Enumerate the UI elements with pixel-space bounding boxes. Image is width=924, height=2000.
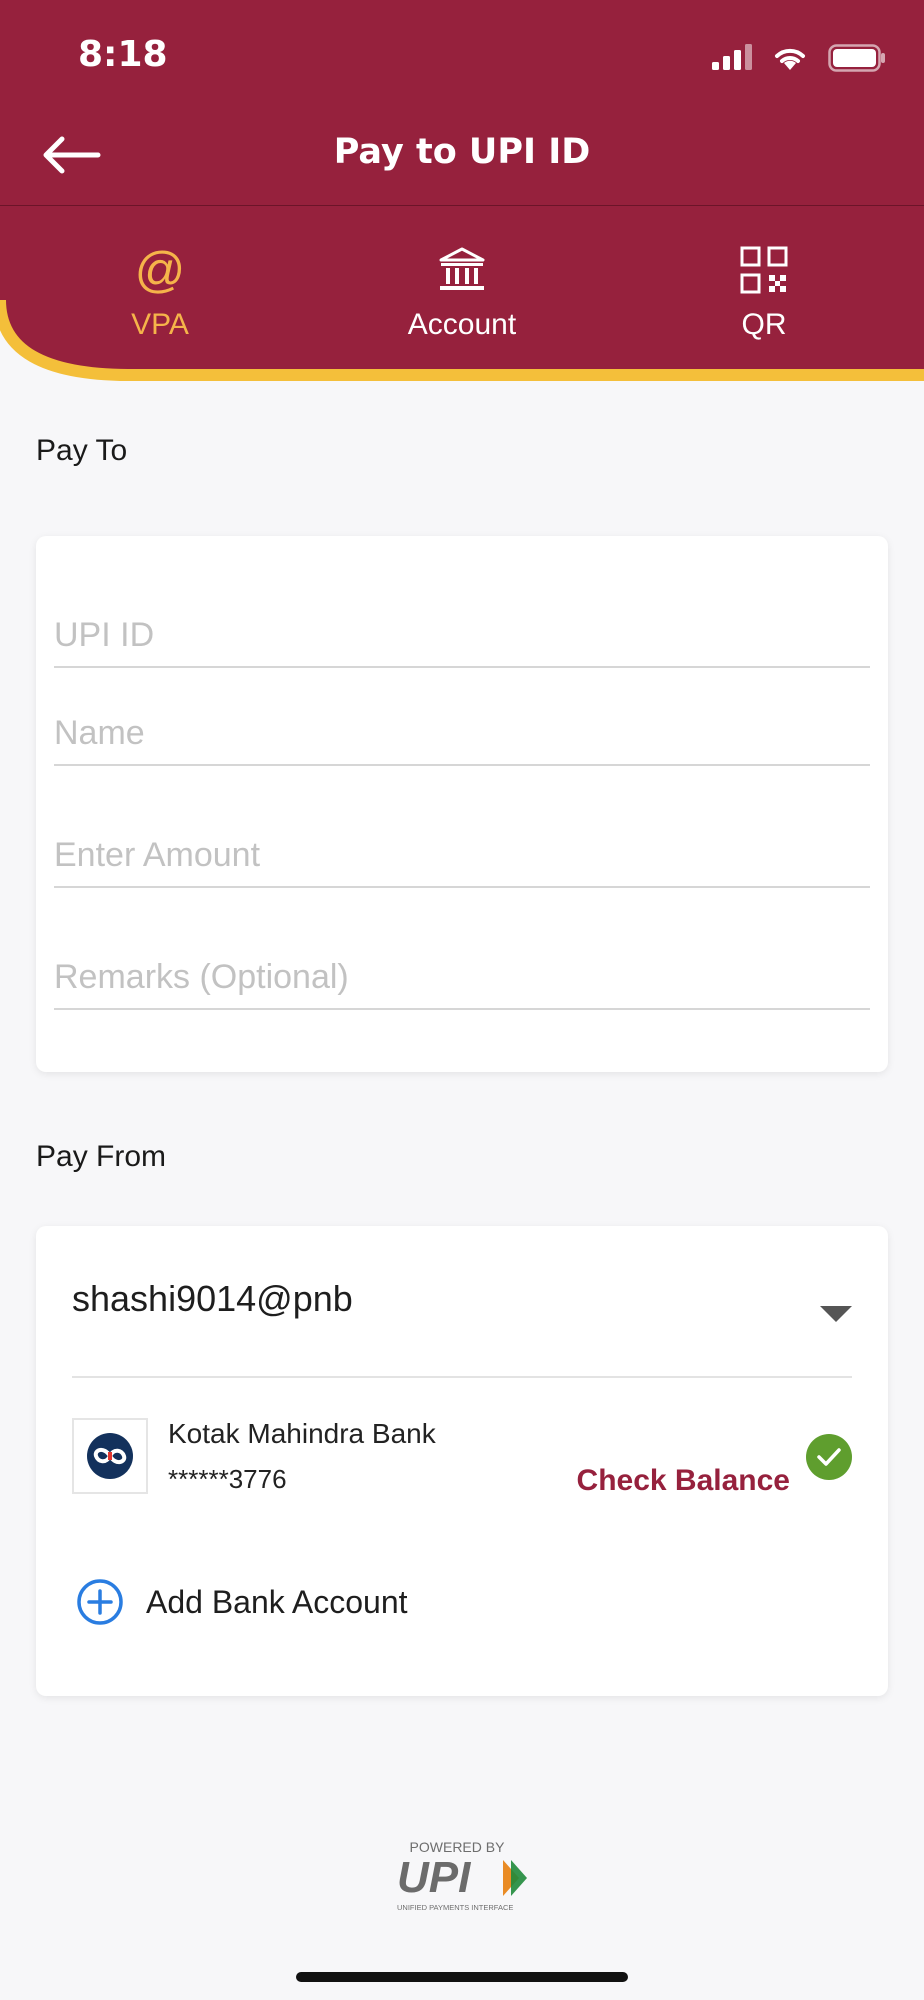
plus-circle-icon [77,1579,123,1625]
pay-to-heading: Pay To [36,434,128,467]
bank-name: Kotak Mahindra Bank [168,1418,436,1449]
cellular-signal-icon [712,44,752,70]
remarks-field[interactable] [54,958,870,1010]
battery-icon [828,44,885,72]
vpa-selector[interactable]: shashi9014@pnb [72,1278,353,1320]
upi-id-field[interactable] [54,616,870,668]
home-indicator [296,1972,628,1982]
remarks-input[interactable] [54,958,870,997]
upi-logo: POWERED BY UPI UNIFIED PAYMENTS INTERFAC… [397,1839,527,1912]
tab-account[interactable]: Account [362,240,562,341]
page-title: Pay to UPI ID [333,132,591,172]
pay-from-divider [72,1376,852,1378]
kotak-logo-icon [87,1433,133,1479]
upi-id-input[interactable] [54,616,870,655]
check-circle-icon [806,1434,852,1480]
pay-to-card [36,536,888,1072]
bank-icon [432,240,492,300]
name-input[interactable] [54,714,870,753]
add-bank-account-button[interactable]: Add Bank Account [76,1578,408,1626]
tab-vpa-label: VPA [131,308,189,341]
name-field[interactable] [54,714,870,766]
tab-vpa[interactable]: @ VPA [60,240,260,341]
check-balance-link[interactable]: Check Balance [577,1464,790,1498]
pay-from-heading: Pay From [36,1140,167,1173]
at-icon: @ [134,242,186,298]
kotak-bank-logo [72,1418,148,1494]
tab-qr[interactable]: QR [664,240,864,341]
pay-from-card: shashi9014@pnb Kotak Mahindra Bank *****… [36,1226,888,1696]
tab-account-label: Account [407,308,517,341]
chevron-down-icon[interactable] [820,1306,852,1322]
header-divider [0,205,924,206]
wifi-icon [775,48,805,70]
status-icons [712,40,886,76]
tab-qr-label: QR [741,308,787,341]
amount-input[interactable] [54,836,870,875]
upi-brand-text: UPI [397,1853,471,1902]
status-time: 8:18 [78,34,168,75]
bank-account-number: ******3776 [168,1464,287,1494]
add-bank-account-label: Add Bank Account [146,1583,408,1620]
upi-tagline-text: UNIFIED PAYMENTS INTERFACE [397,1903,513,1912]
amount-field[interactable] [54,836,870,888]
qr-icon [734,240,794,300]
